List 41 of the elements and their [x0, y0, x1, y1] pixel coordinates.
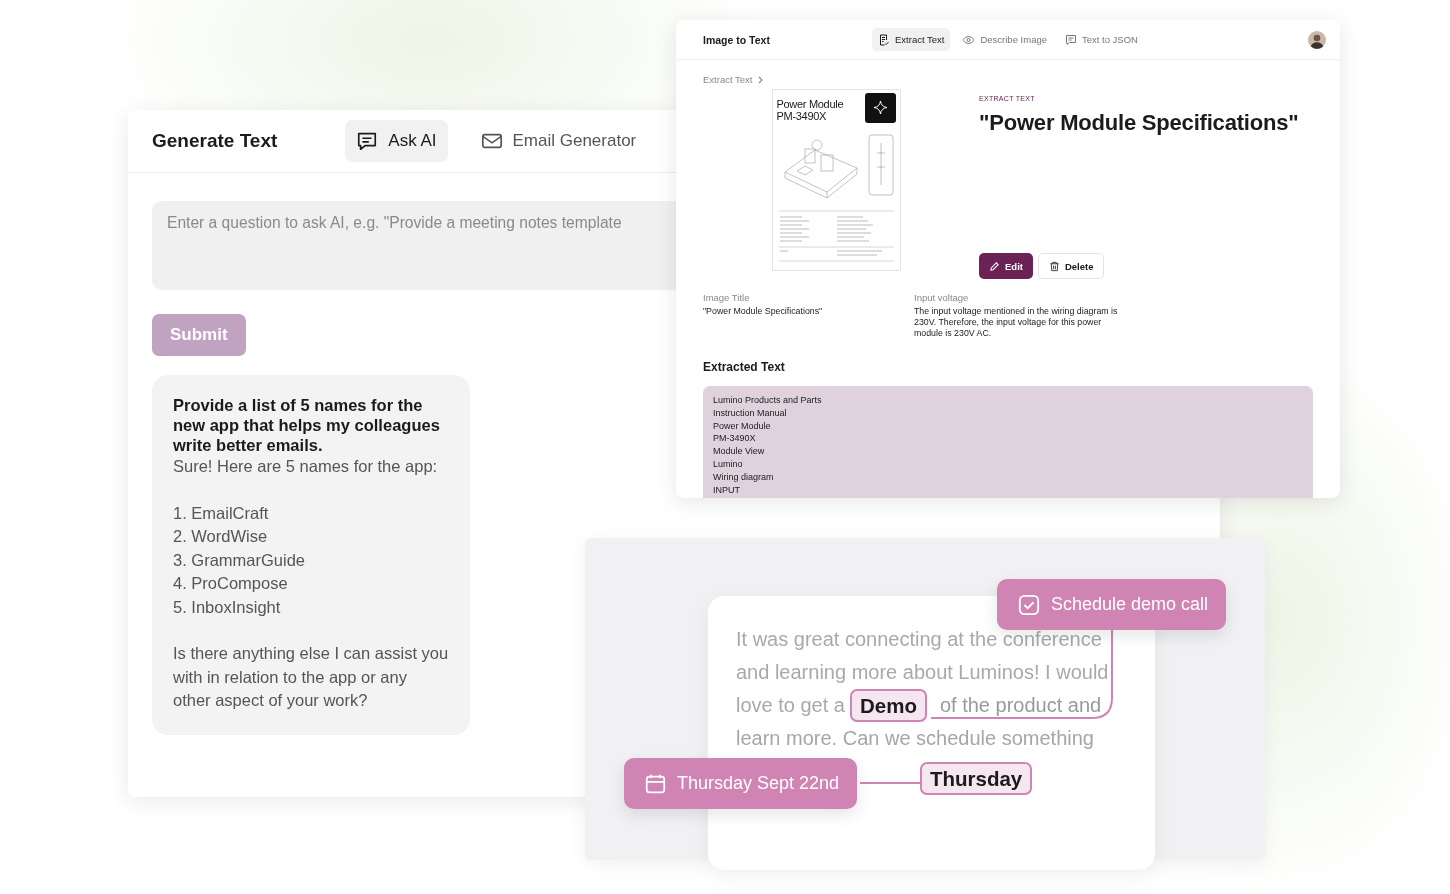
email-text: learn more. Can we schedule something	[736, 726, 1094, 751]
text-line: PM-3490X	[713, 432, 757, 446]
list-item: 3. GrammarGuide	[173, 549, 307, 571]
document-heading: Power Module PM-3490X	[776, 98, 844, 123]
user-question: Provide a list of 5 names for the new app that helps my colleagues write better emails.	[173, 395, 441, 455]
result-title: "Power Module Specifications"	[979, 110, 1299, 136]
text-line: Power Module	[713, 419, 772, 433]
section-title: Extracted Text	[703, 360, 786, 374]
list-item: 2. WordWise	[173, 526, 269, 547]
breadcrumb-link[interactable]: Extract Text	[703, 74, 753, 85]
field-label: Image Title	[703, 292, 751, 303]
tab[interactable]: Describe Image	[956, 28, 1053, 51]
card-title: Image to Text	[703, 33, 771, 46]
card-title: Generate Text	[152, 130, 278, 152]
tab[interactable]: Ask AI	[345, 120, 448, 162]
list-item: 1. EmailCraft	[173, 502, 270, 524]
field-value: "Power Module Specifications"	[703, 306, 824, 317]
text-line: Lumino Products and Parts	[713, 394, 823, 407]
tab[interactable]: Extract Text	[872, 28, 951, 51]
answer-text: Sure! Here are 5 names for the app:	[173, 456, 439, 477]
email-text: love to get a	[736, 693, 845, 718]
highlighted-word[interactable]: Demo	[849, 689, 927, 722]
highlighted-word[interactable]: Thursday	[920, 762, 1033, 795]
tab[interactable]: Email Generator	[469, 120, 648, 162]
text-line: Wiring diagram	[713, 470, 775, 484]
delete-button[interactable]: Delete	[1037, 253, 1105, 279]
list-item: 5. InboxInsight	[173, 596, 282, 618]
text-line: INPUT	[713, 483, 741, 497]
tab[interactable]: Text to JSON	[1059, 28, 1144, 51]
email-text: and learning more about Luminos! I would	[736, 660, 1109, 685]
text-line: Instruction Manual	[713, 406, 788, 420]
email-text: It was great connecting at the conference	[736, 627, 1102, 652]
list-item: 4. ProCompose	[173, 573, 289, 594]
field-label: Input voltage	[914, 292, 970, 303]
edit-button[interactable]: Edit	[979, 253, 1033, 279]
question-field[interactable]: Enter a question to ask AI, e.g. "Provide a meeting notes template	[152, 201, 676, 290]
email-text: of the product and	[939, 693, 1102, 718]
text-line: Lumino	[713, 458, 744, 471]
answer-text: Is there anything else I can assist you with in relation to the app or any other aspect of your work?	[173, 643, 449, 711]
text-line: Module View	[713, 445, 766, 458]
field-value: The input voltage mentioned in the wiring diagram is 230V. Therefore, the input voltage for this power module is 230V AC.	[914, 306, 1119, 339]
